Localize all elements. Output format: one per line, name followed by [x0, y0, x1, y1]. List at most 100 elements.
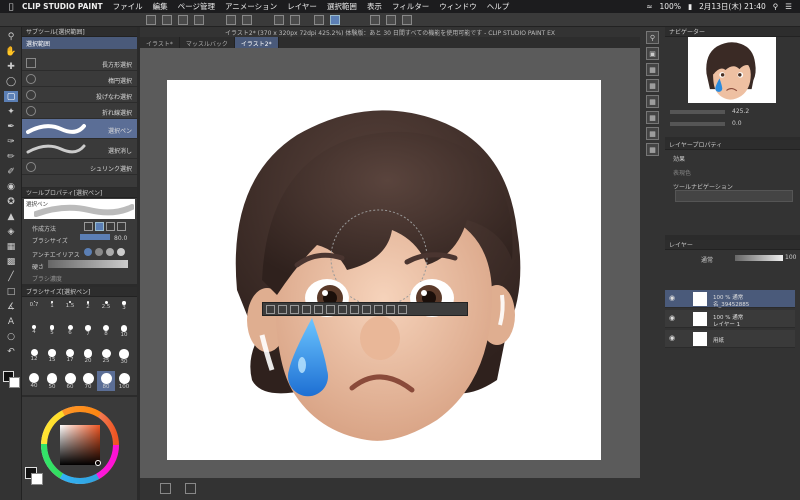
- hardness-bar[interactable]: [48, 260, 128, 268]
- method-intersect-icon[interactable]: [117, 222, 126, 231]
- lasso-icon[interactable]: ◯: [4, 76, 18, 87]
- menu-icon[interactable]: ☰: [785, 2, 792, 11]
- antialias-medium-icon[interactable]: [106, 248, 114, 256]
- undo-icon[interactable]: [226, 15, 236, 25]
- brush-size-option[interactable]: 0.7: [25, 299, 43, 319]
- brush-size-option[interactable]: 60: [61, 371, 79, 391]
- app-name[interactable]: CLIP STUDIO PAINT: [22, 2, 103, 11]
- subtool-item[interactable]: 長方形選択: [22, 55, 137, 71]
- tab-illust2[interactable]: イラスト2*: [234, 37, 279, 48]
- brush-icon[interactable]: ✐: [4, 166, 18, 177]
- brush-size-option[interactable]: 17: [61, 347, 79, 367]
- brush-size-option[interactable]: 1: [43, 299, 61, 319]
- new-icon[interactable]: [146, 15, 156, 25]
- clear-icon[interactable]: [274, 15, 284, 25]
- layer-row[interactable]: ◉ 用紙: [665, 330, 795, 348]
- brush-size-option[interactable]: 1.5: [61, 299, 79, 319]
- layer-row[interactable]: ◉ 100 % 通常 名_39452885: [665, 290, 795, 308]
- brush-size-option[interactable]: 2.5: [97, 299, 115, 319]
- brush-size-value[interactable]: 80.0: [114, 235, 127, 242]
- brush-size-option[interactable]: 20: [79, 347, 97, 367]
- subtool-item-selection-pen[interactable]: 選択ペン: [22, 119, 137, 139]
- battery-icon[interactable]: ▮: [688, 2, 692, 11]
- brush-size-option[interactable]: 80: [97, 371, 115, 391]
- launcher-copy-icon[interactable]: [338, 304, 347, 314]
- fill-icon[interactable]: [290, 15, 300, 25]
- text-icon[interactable]: A: [4, 316, 18, 327]
- menu-view[interactable]: 表示: [367, 1, 382, 12]
- launcher-expand-icon[interactable]: [302, 304, 311, 314]
- brush-size-option[interactable]: 12: [25, 347, 43, 367]
- ruler-icon[interactable]: ∡: [4, 301, 18, 312]
- gradient-icon[interactable]: ▩: [4, 256, 18, 267]
- subtool-item[interactable]: 折れ線選択: [22, 103, 137, 119]
- brush-size-option[interactable]: 70: [79, 371, 97, 391]
- panel-history-icon[interactable]: ▦: [646, 79, 659, 92]
- search-icon[interactable]: ⚲: [773, 2, 779, 11]
- wand-icon[interactable]: ✦: [4, 106, 18, 117]
- antialias-weak-icon[interactable]: [95, 248, 103, 256]
- launcher-fill-icon[interactable]: [374, 304, 383, 314]
- opacity-slider[interactable]: [735, 255, 783, 261]
- opacity-value[interactable]: 100: [785, 254, 796, 261]
- brush-size-option[interactable]: 10: [115, 323, 133, 343]
- brush-size-option[interactable]: 50: [43, 371, 61, 391]
- launcher-settings-icon[interactable]: [398, 304, 407, 314]
- menu-file[interactable]: ファイル: [113, 1, 143, 12]
- print-icon[interactable]: [194, 15, 204, 25]
- eye-icon[interactable]: ◉: [669, 334, 675, 342]
- brush-size-option[interactable]: 25: [97, 347, 115, 367]
- subtool-item[interactable]: 楕円選択: [22, 71, 137, 87]
- tool-navigation-button[interactable]: [675, 190, 793, 202]
- panel-material-icon[interactable]: ▦: [646, 95, 659, 108]
- rotation-slider[interactable]: [670, 122, 725, 126]
- layer-row[interactable]: ◉ 100 % 通常 レイヤー 1: [665, 310, 795, 328]
- brush-size-option[interactable]: 15: [43, 347, 61, 367]
- fill-bucket-icon[interactable]: ▦: [4, 241, 18, 252]
- selection-display-icon[interactable]: [330, 15, 340, 25]
- navigator-thumbnail[interactable]: [688, 37, 776, 103]
- wifi-icon[interactable]: ≈: [646, 2, 652, 11]
- menu-animation[interactable]: アニメーション: [225, 1, 277, 12]
- sub-color-swatch[interactable]: [9, 377, 20, 388]
- rotation-value[interactable]: 0.0: [732, 120, 742, 127]
- menu-edit[interactable]: 編集: [153, 1, 168, 12]
- menu-selection[interactable]: 選択範囲: [327, 1, 357, 12]
- apple-icon[interactable]: : [0, 2, 22, 11]
- color-sub-swatch[interactable]: [31, 473, 43, 485]
- hand-icon[interactable]: ✋: [4, 46, 18, 57]
- launcher-paste-icon[interactable]: [350, 304, 359, 314]
- figure-icon[interactable]: ╱: [4, 271, 18, 282]
- subtool-item[interactable]: 投げなわ選択: [22, 87, 137, 103]
- subtool-item[interactable]: 選択消し: [22, 139, 137, 159]
- method-add-icon[interactable]: [95, 222, 104, 231]
- method-new-icon[interactable]: [84, 222, 93, 231]
- frame-icon[interactable]: □: [4, 286, 18, 297]
- brush-size-option[interactable]: 30: [115, 347, 133, 367]
- zoom-value[interactable]: 425.2: [732, 108, 749, 115]
- move-icon[interactable]: ✚: [4, 61, 18, 72]
- canvas-grid-icon[interactable]: [160, 483, 171, 494]
- menu-window[interactable]: ウィンドウ: [439, 1, 477, 12]
- snap-special-icon[interactable]: [402, 15, 412, 25]
- eraser-icon[interactable]: ▲: [4, 211, 18, 222]
- panel-auto-icon[interactable]: ▦: [646, 143, 659, 156]
- canvas-paper[interactable]: [167, 80, 601, 460]
- menu-filter[interactable]: フィルター: [392, 1, 429, 12]
- deselect-icon[interactable]: [314, 15, 324, 25]
- menu-page[interactable]: ページ管理: [178, 1, 215, 12]
- panel-info-icon[interactable]: ▦: [646, 63, 659, 76]
- launcher-invert-icon[interactable]: [290, 304, 299, 314]
- zoom-icon[interactable]: ⚲: [4, 31, 18, 42]
- blend-mode[interactable]: 通常: [701, 255, 713, 264]
- panel-item-icon[interactable]: ▦: [646, 127, 659, 140]
- tab-muscleback[interactable]: マッスルバック: [180, 37, 235, 48]
- save-icon[interactable]: [178, 15, 188, 25]
- open-icon[interactable]: [162, 15, 172, 25]
- redo-icon[interactable]: [242, 15, 252, 25]
- correct-line-icon[interactable]: ↶: [4, 346, 18, 357]
- launcher-deselect-icon[interactable]: [266, 304, 275, 314]
- panel-subview-icon[interactable]: ▣: [646, 47, 659, 60]
- brush-size-option[interactable]: 8: [97, 323, 115, 343]
- selection-tool-icon[interactable]: ▢: [4, 91, 18, 102]
